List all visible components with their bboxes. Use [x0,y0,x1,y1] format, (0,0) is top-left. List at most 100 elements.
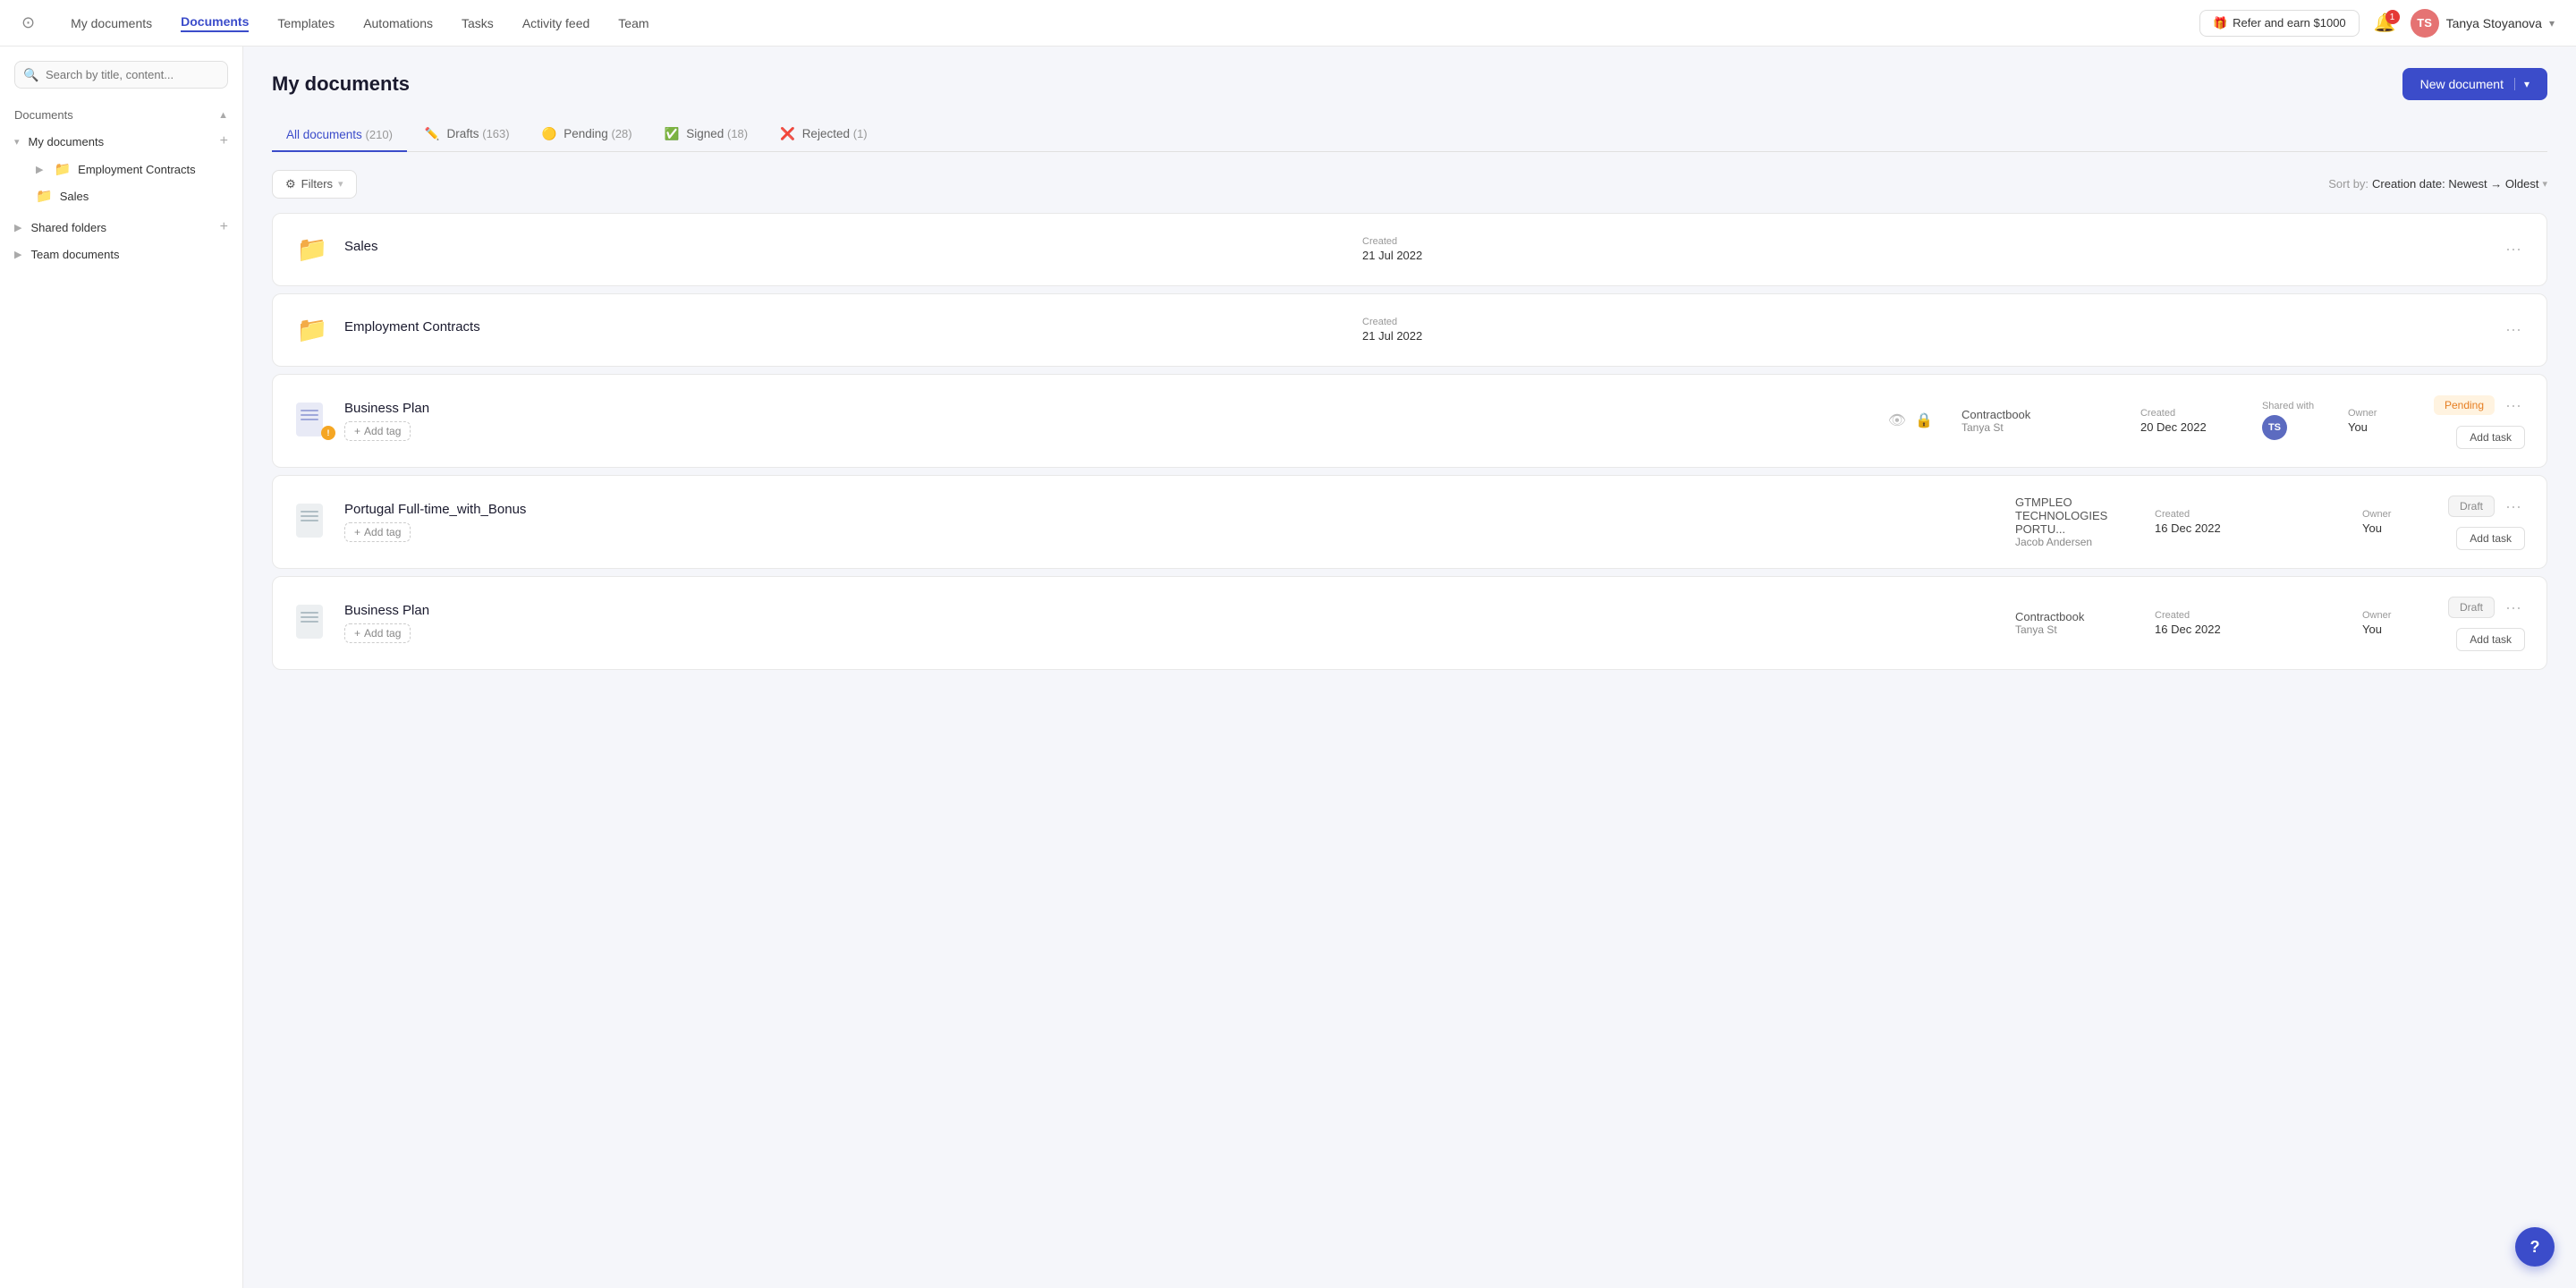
add-task-button[interactable]: Add task [2456,426,2525,449]
topnav: ⊙ My documents Documents Templates Autom… [0,0,2576,47]
table-row: Business Plan + Add tag Contractbook Tan… [272,576,2547,670]
status-badge: Pending [2434,395,2495,415]
more-options-button[interactable]: ··· [2502,393,2525,419]
add-tag-button[interactable]: + Add tag [344,623,411,643]
actions-column: Draft ··· Add task [2448,494,2525,550]
sidebar-item-employment-contracts[interactable]: ▶ 📁 Employment Contracts [0,156,242,182]
filters-bar: ⚙ Filters ▾ Sort by: Creation date: Newe… [272,170,2547,199]
doc-name: Sales [344,239,1348,254]
doc-name: Portugal Full-time_with_Bonus [344,502,1947,517]
nav-automations[interactable]: Automations [363,16,433,30]
plus-icon: + [354,425,360,437]
sidebar-item-my-documents[interactable]: ▾ My documents + [0,127,242,156]
nav-tasks[interactable]: Tasks [462,16,494,30]
tab-drafts[interactable]: ✏️ Drafts (163) [411,118,524,152]
chevron-right-icon: ▶ [14,249,21,260]
sort-by-label: Sort by: [2328,177,2368,191]
document-tabs: All documents (210) ✏️ Drafts (163) 🟡 Pe… [272,118,2547,152]
sidebar-item-shared-folders[interactable]: ▶ Shared folders + [0,213,242,242]
folder-icon: 📁 [294,312,330,348]
doc-name: Employment Contracts [344,319,1348,335]
filter-icon: ⚙ [285,177,296,191]
doc-company-info: Contractbook Tanya St [1962,610,2140,636]
company-name: Contractbook [2015,610,2140,623]
plus-icon: + [354,627,360,640]
table-row: Portugal Full-time_with_Bonus + Add tag … [272,475,2547,569]
sidebar: 🔍 Documents ▲ ▾ My documents + ▶ 📁 Emplo… [0,47,243,1288]
signed-icon: ✅ [665,127,680,140]
sort-control[interactable]: Sort by: Creation date: Newest → Oldest … [2328,177,2547,191]
chevron-right-icon: ▶ [14,222,21,233]
sidebar-item-team-documents[interactable]: ▶ Team documents [0,242,242,267]
table-row[interactable]: 📁 Sales Created 21 Jul 2022 ··· [272,213,2547,286]
user-menu[interactable]: TS Tanya Stoyanova ▾ [2411,9,2555,38]
notifications-button[interactable]: 🔔 1 [2374,12,2396,34]
refer-earn-button[interactable]: 🎁 Refer and earn $1000 [2199,10,2360,37]
add-task-button[interactable]: Add task [2456,628,2525,651]
person-name: Jacob Andersen [2015,536,2140,548]
table-row[interactable]: 📁 Employment Contracts Created 21 Jul 20… [272,293,2547,367]
view-icon: 👁 [1888,411,1906,429]
doc-company-info: GTMPLEO TECHNOLOGIES PORTU... Jacob Ande… [1962,496,2140,548]
nav-home[interactable]: My documents [71,16,152,30]
shared-folders-label: Shared folders [30,221,106,234]
add-document-button[interactable]: + [220,133,228,149]
help-button[interactable]: ? [2515,1227,2555,1267]
more-options-button[interactable]: ··· [2502,236,2525,262]
chevron-right-icon: ▶ [36,164,43,175]
documents-section-title: Documents [14,108,73,122]
add-shared-folder-button[interactable]: + [220,219,228,235]
owner-section: Owner You [2362,610,2434,636]
app-logo: ⊙ [21,13,35,32]
document-icon: ! [294,402,330,438]
plus-icon: + [354,526,360,538]
documents-section-header[interactable]: Documents ▲ [0,103,242,127]
person-name: Tanya St [2015,623,2140,636]
new-doc-dropdown-arrow: ▾ [2514,78,2529,90]
company-name: Contractbook [1962,408,2126,421]
folder-icon: 📁 [294,232,330,267]
nav-documents[interactable]: Documents [181,14,249,32]
new-document-button[interactable]: New document ▾ [2402,68,2547,100]
tab-signed[interactable]: ✅ Signed (18) [650,118,763,152]
main-content: My documents New document ▾ All document… [243,47,2576,1288]
company-name: GTMPLEO TECHNOLOGIES PORTU... [2015,496,2140,536]
sidebar-folder-label: Sales [60,190,89,203]
search-input[interactable] [14,61,228,89]
add-task-button[interactable]: Add task [2456,527,2525,550]
table-row: ! Business Plan + Add tag 👁 🔒 Contractbo… [272,374,2547,468]
shared-with-section: Shared with TS [2262,401,2334,440]
doc-name: Business Plan [344,401,1874,416]
doc-company-info: Contractbook Tanya St [1947,408,2126,434]
add-tag-button[interactable]: + Add tag [344,421,411,441]
document-icon [294,504,330,539]
chevron-down-icon: ▾ [2549,17,2555,30]
filters-button[interactable]: ⚙ Filters ▾ [272,170,357,199]
tab-rejected[interactable]: ❌ Rejected (1) [766,118,882,152]
search-icon: 🔍 [23,67,38,82]
page-title: My documents [272,72,410,96]
actions-column: Draft ··· Add task [2448,595,2525,651]
nav-team[interactable]: Team [618,16,648,30]
sidebar-item-sales[interactable]: 📁 Sales [0,182,242,209]
tab-all-documents[interactable]: All documents (210) [272,119,407,152]
gift-icon: 🎁 [2213,16,2227,30]
tab-pending[interactable]: 🟡 Pending (28) [528,118,647,152]
doc-info: Sales [344,239,1348,259]
add-tag-button[interactable]: + Add tag [344,522,411,542]
sidebar-folder-label: Employment Contracts [78,163,196,176]
sort-chevron-icon: ▾ [2542,178,2547,190]
more-options-button[interactable]: ··· [2502,595,2525,621]
team-documents-label: Team documents [30,248,119,261]
nav-activity-feed[interactable]: Activity feed [522,16,589,30]
more-options-button[interactable]: ··· [2502,317,2525,343]
doc-info: Employment Contracts [344,319,1348,340]
notification-badge: 1 [2385,10,2400,24]
doc-info: Business Plan + Add tag [344,603,1947,643]
nav-templates[interactable]: Templates [277,16,335,30]
actions-column: Pending ··· Add task [2434,393,2525,449]
lock-icon: 🔒 [1915,411,1933,429]
created-section: Created 21 Jul 2022 [1362,317,1470,343]
more-options-button[interactable]: ··· [2502,494,2525,520]
created-section: Created 16 Dec 2022 [2155,509,2262,535]
